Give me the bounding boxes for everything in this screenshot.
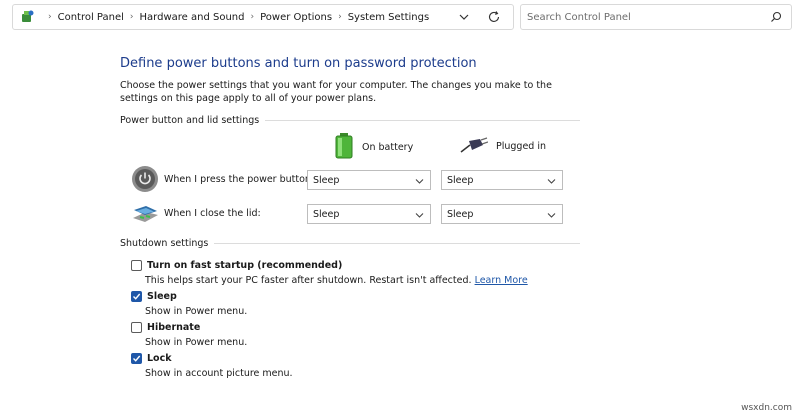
search-icon[interactable] — [770, 11, 782, 23]
power-section-header: Power button and lid settings — [120, 115, 580, 126]
shutdown-section-header: Shutdown settings — [120, 238, 580, 249]
fast-startup-option[interactable]: Turn on fast startup (recommended) — [131, 260, 342, 271]
lock-checkbox[interactable] — [131, 353, 142, 364]
fast-startup-label: Turn on fast startup (recommended) — [147, 260, 343, 271]
power-button-battery-select[interactable]: Sleep — [307, 170, 431, 190]
chevron-down-icon — [547, 177, 556, 184]
hibernate-desc: Show in Power menu. — [145, 337, 248, 348]
hibernate-option[interactable]: Hibernate — [131, 322, 200, 333]
breadcrumb-control-panel[interactable]: Control Panel — [58, 12, 124, 23]
breadcrumb-hardware-and-sound[interactable]: Hardware and Sound — [140, 12, 245, 23]
chevron-down-icon — [415, 177, 424, 184]
col-head-battery: On battery — [334, 133, 413, 162]
chevron-down-icon — [547, 211, 556, 218]
power-button-plugged-select[interactable]: Sleep — [441, 170, 563, 190]
select-value: Sleep — [313, 208, 340, 220]
lock-desc: Show in account picture menu. — [145, 368, 293, 379]
power-section-title: Power button and lid settings — [120, 115, 260, 126]
col-battery-label: On battery — [362, 142, 414, 153]
power-button-label: When I press the power button: — [164, 174, 315, 185]
plug-icon — [460, 137, 489, 156]
address-bar[interactable]: › Control Panel › Hardware and Sound › P… — [12, 4, 514, 30]
search-input[interactable] — [527, 9, 757, 25]
breadcrumb-system-settings[interactable]: System Settings — [348, 12, 429, 23]
lock-label: Lock — [147, 353, 172, 364]
select-value: Sleep — [447, 174, 474, 186]
sleep-desc: Show in Power menu. — [145, 306, 248, 317]
divider — [214, 243, 580, 244]
laptop-lid-icon — [131, 198, 159, 226]
lid-battery-select[interactable]: Sleep — [307, 204, 431, 224]
hibernate-label: Hibernate — [147, 322, 201, 333]
breadcrumb-power-options[interactable]: Power Options — [260, 12, 332, 23]
search-box[interactable] — [520, 4, 792, 30]
battery-icon — [334, 133, 354, 162]
lid-plugged-select[interactable]: Sleep — [441, 204, 563, 224]
chevron-down-icon — [415, 211, 424, 218]
lid-close-label: When I close the lid: — [164, 208, 261, 219]
sleep-label: Sleep — [147, 291, 177, 302]
sleep-checkbox[interactable] — [131, 291, 142, 302]
refresh-icon[interactable] — [487, 10, 501, 24]
page-description: Choose the power settings that you want … — [120, 80, 552, 104]
shutdown-section-title: Shutdown settings — [120, 238, 209, 249]
divider — [265, 120, 580, 121]
page-title: Define power buttons and turn on passwor… — [120, 56, 477, 71]
fast-startup-desc: This helps start your PC faster after sh… — [145, 275, 528, 286]
hibernate-checkbox[interactable] — [131, 322, 142, 333]
checkmark-icon — [133, 355, 141, 362]
fast-startup-desc-text: This helps start your PC faster after sh… — [145, 275, 472, 286]
col-head-plugged: Plugged in — [460, 137, 546, 156]
chevron-down-icon[interactable] — [459, 12, 469, 22]
fast-startup-checkbox[interactable] — [131, 260, 142, 271]
control-panel-icon — [18, 8, 36, 26]
power-button-icon — [131, 165, 159, 193]
checkmark-icon — [133, 293, 141, 300]
select-value: Sleep — [447, 208, 474, 220]
lock-option[interactable]: Lock — [131, 353, 172, 364]
learn-more-link[interactable]: Learn More — [475, 275, 528, 286]
watermark: wsxdn.com — [741, 403, 792, 413]
sleep-option[interactable]: Sleep — [131, 291, 177, 302]
col-plugged-label: Plugged in — [496, 141, 547, 152]
select-value: Sleep — [313, 174, 340, 186]
